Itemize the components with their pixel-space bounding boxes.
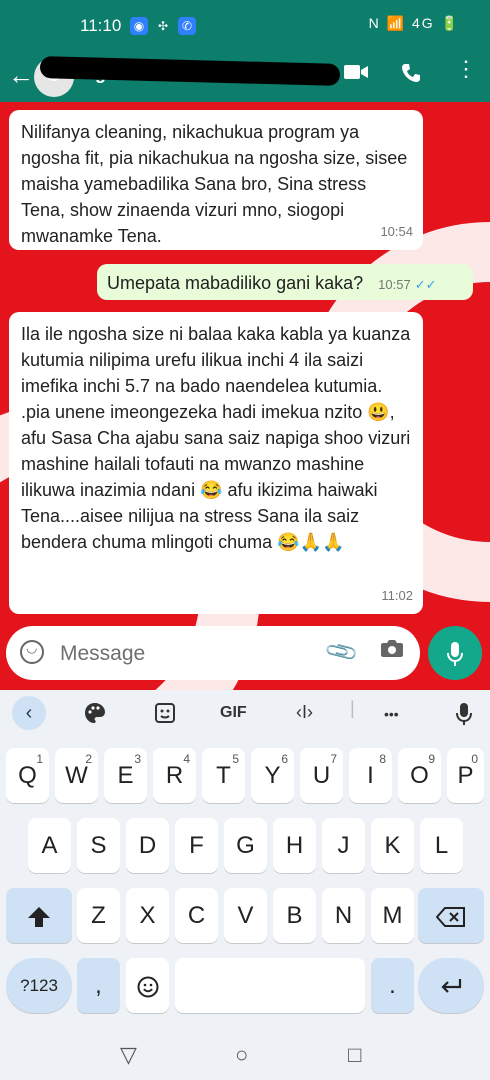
key-b[interactable]: B (273, 888, 316, 943)
key-s[interactable]: S (77, 818, 120, 873)
enter-icon[interactable] (418, 958, 484, 1013)
cursor-icon[interactable]: ‹I› (296, 702, 313, 723)
emoji-key[interactable] (126, 958, 169, 1013)
message-time: 10:57 ✓✓ (378, 272, 436, 298)
key-label: I (367, 762, 374, 789)
key-p[interactable]: P0 (447, 748, 484, 803)
attach-icon[interactable]: 📎 (323, 633, 360, 670)
key-t[interactable]: T5 (202, 748, 245, 803)
key-u[interactable]: U7 (300, 748, 343, 803)
camera-icon[interactable] (380, 638, 406, 660)
key-i[interactable]: I8 (349, 748, 392, 803)
key-m[interactable]: M (371, 888, 414, 943)
key-label: T (216, 762, 231, 789)
key-h[interactable]: H (273, 818, 316, 873)
key-label: Y (264, 762, 281, 789)
shift-icon[interactable] (6, 888, 72, 943)
status-bar: 11:10 ◉ ✣ ✆ N 📶 4G 🔋 (0, 0, 490, 50)
key-x[interactable]: X (126, 888, 169, 943)
key-number: 5 (232, 752, 239, 766)
key-number: 4 (183, 752, 190, 766)
more-vert-icon[interactable]: ⋮ (455, 58, 477, 80)
key-label: Q (18, 762, 37, 789)
phone-icon[interactable] (400, 62, 422, 90)
more-icon[interactable]: ••• (384, 706, 399, 722)
key-y[interactable]: Y6 (251, 748, 294, 803)
key-c[interactable]: C (175, 888, 218, 943)
message-time-value: 10:57 (378, 277, 411, 292)
message-composer: 📎 (6, 626, 420, 680)
key-number: 9 (428, 752, 435, 766)
read-ticks-icon: ✓✓ (414, 277, 437, 292)
key-d[interactable]: D (126, 818, 169, 873)
keyboard-toolbar: ‹ GIF ‹I› | ••• (0, 690, 490, 736)
key-label: O (410, 762, 429, 789)
message-bubble-incoming[interactable]: Nilifanya cleaning, nikachukua program y… (9, 110, 423, 250)
nav-home-icon[interactable]: ○ (235, 1042, 248, 1068)
key-label: R (165, 762, 184, 789)
key-number: 6 (281, 752, 288, 766)
period-key[interactable]: . (371, 958, 414, 1013)
key-number: 8 (379, 752, 386, 766)
key-n[interactable]: N (322, 888, 365, 943)
message-text: Ila ile ngosha size ni balaa kaka kabla … (21, 324, 411, 552)
key-w[interactable]: W2 (55, 748, 98, 803)
key-number: 3 (134, 752, 141, 766)
toolbar-divider: | (350, 698, 355, 718)
message-time: 10:54 (380, 224, 413, 239)
backspace-icon[interactable] (418, 888, 484, 943)
message-bubble-outgoing[interactable]: Umepata mabadiliko gani kaka? 10:57 ✓✓ (97, 264, 473, 300)
gif-button[interactable]: GIF (220, 704, 247, 722)
keyboard-back-icon[interactable]: ‹ (12, 696, 46, 730)
mic-icon[interactable] (428, 626, 482, 680)
key-e[interactable]: E3 (104, 748, 147, 803)
key-number: 0 (471, 752, 478, 766)
nav-back-icon[interactable]: ▽ (120, 1042, 137, 1068)
message-bubble-incoming[interactable]: Ila ile ngosha size ni balaa kaka kabla … (9, 312, 423, 614)
message-time: 11:02 (381, 588, 413, 603)
key-number: 2 (85, 752, 92, 766)
key-z[interactable]: Z (77, 888, 120, 943)
key-number: 1 (36, 752, 43, 766)
emoji-icon[interactable] (20, 640, 44, 664)
nav-recents-icon[interactable]: □ (348, 1042, 361, 1068)
key-v[interactable]: V (224, 888, 267, 943)
key-label: E (117, 762, 134, 789)
key-a[interactable]: A (28, 818, 71, 873)
palette-icon[interactable] (84, 702, 106, 729)
key-r[interactable]: R4 (153, 748, 196, 803)
key-number: 7 (330, 752, 337, 766)
sticker-icon[interactable] (154, 702, 176, 729)
sync-icon: ✣ (157, 19, 169, 33)
phone-status-icon: ✆ (178, 17, 196, 35)
message-text: Nilifanya cleaning, nikachukua program y… (21, 122, 408, 246)
back-arrow-icon[interactable]: ← (8, 60, 34, 91)
key-o[interactable]: O9 (398, 748, 441, 803)
key-q[interactable]: Q1 (6, 748, 49, 803)
radio-icon: ◉ (130, 17, 148, 35)
space-key[interactable] (175, 958, 365, 1013)
message-input[interactable] (58, 636, 312, 672)
key-l[interactable]: L (420, 818, 463, 873)
key-k[interactable]: K (371, 818, 414, 873)
key-f[interactable]: F (175, 818, 218, 873)
keyboard: ‹ GIF ‹I› | ••• Q1 W2 E3 R4 T5 Y6 U7 I8 … (0, 690, 490, 1030)
key-g[interactable]: G (224, 818, 267, 873)
chat-area[interactable]: Nilifanya cleaning, nikachukua program y… (0, 102, 490, 690)
key-label: U (312, 762, 331, 789)
symbols-key[interactable]: ?123 (6, 958, 72, 1013)
status-right-icons: N 📶 4G 🔋 (368, 15, 460, 31)
keyboard-mic-icon[interactable] (456, 702, 472, 731)
system-nav-bar: ▽ ○ □ (0, 1030, 490, 1080)
video-call-icon[interactable] (343, 62, 369, 88)
comma-key[interactable]: , (77, 958, 120, 1013)
message-text: Umepata mabadiliko gani kaka? (107, 273, 364, 293)
key-j[interactable]: J (322, 818, 365, 873)
status-time: 11:10 (80, 16, 122, 35)
